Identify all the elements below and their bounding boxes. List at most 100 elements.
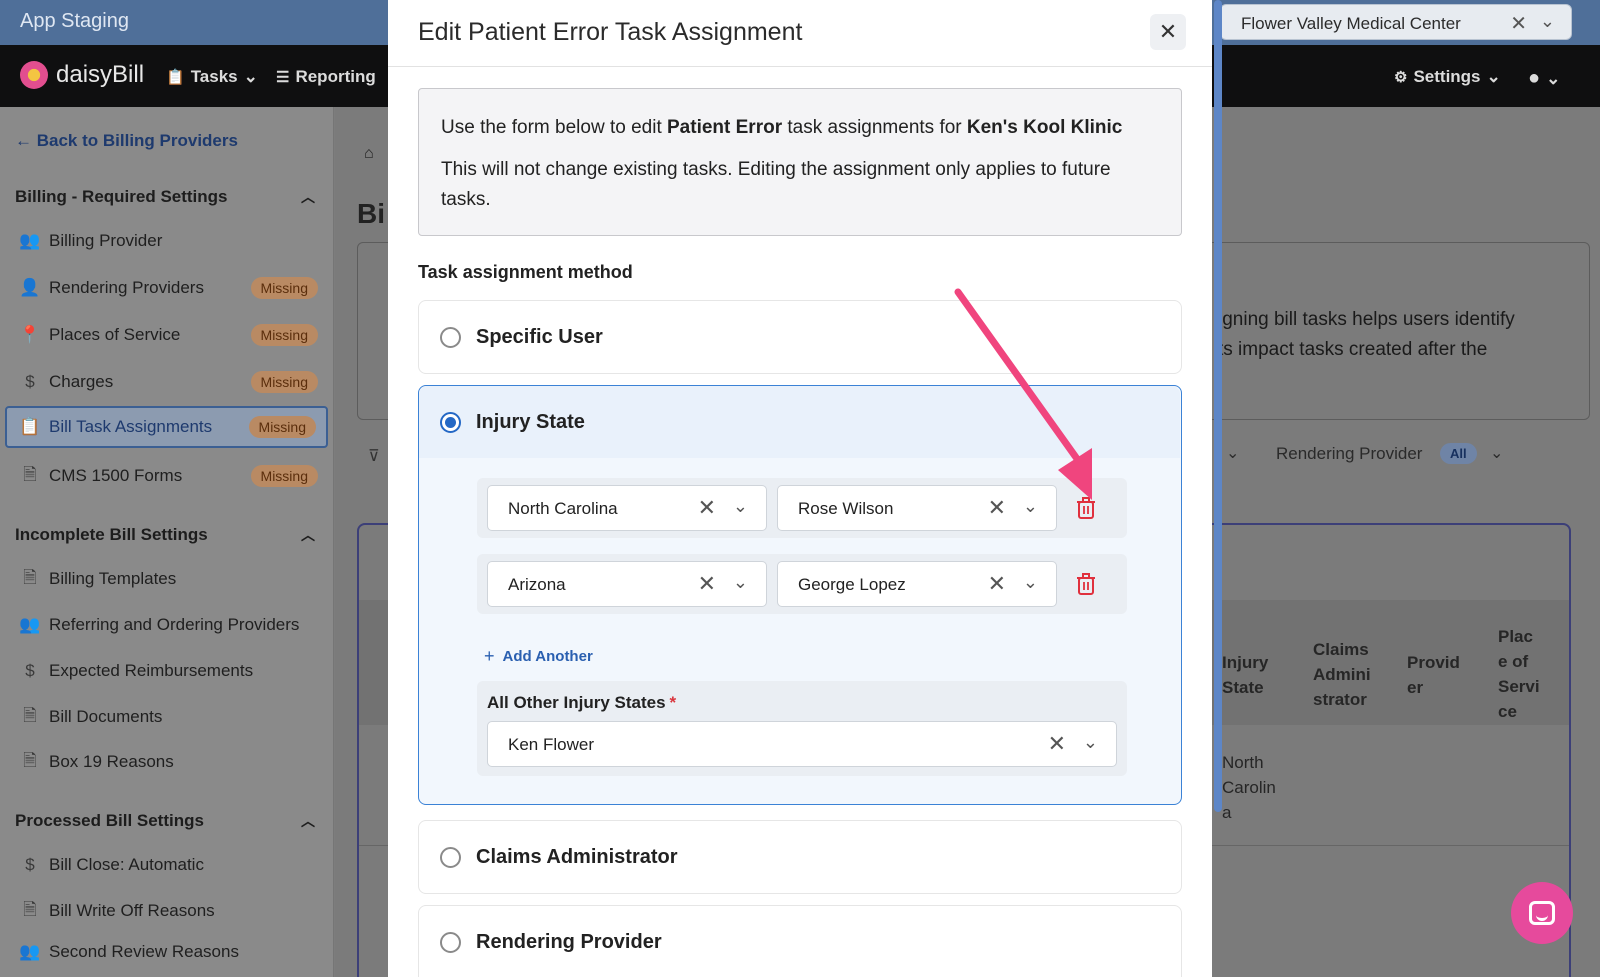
clipboard-icon: 📋: [166, 69, 185, 86]
column-header-place-of-service[interactable]: Plac e of Servi ce: [1498, 624, 1544, 724]
state-select[interactable]: North Carolina ✕ ⌄: [487, 485, 767, 531]
user-select[interactable]: George Lopez ✕ ⌄: [777, 561, 1057, 607]
clear-icon[interactable]: ✕: [1048, 731, 1066, 757]
chevron-down-icon[interactable]: ⌄: [1023, 572, 1038, 593]
chevron-down-icon[interactable]: ⌄: [1226, 443, 1239, 463]
add-another-button[interactable]: + Add Another: [484, 646, 593, 667]
notice-box: Use the form below to edit Patient Error…: [418, 88, 1182, 236]
sidebar-item-billing-provider[interactable]: 👥 Billing Provider: [15, 220, 328, 262]
option-injury-state[interactable]: Injury State North Carolina ✕ ⌄ Rose Wil…: [418, 385, 1182, 805]
option-injury-state-header[interactable]: Injury State: [419, 386, 1180, 458]
nav-settings-label: Settings: [1413, 67, 1481, 86]
clear-icon[interactable]: ✕: [988, 571, 1006, 597]
trash-icon[interactable]: [1072, 570, 1100, 598]
chevron-down-icon[interactable]: ⌄: [1490, 443, 1503, 463]
state-select-value: Arizona: [508, 575, 566, 594]
nav-settings[interactable]: ⚙ Settings ⌄: [1394, 67, 1501, 87]
radio-unselected[interactable]: [440, 932, 461, 953]
all-other-states-user-select[interactable]: Ken Flower ✕ ⌄: [487, 721, 1117, 767]
notice-line1: Use the form below to edit Patient Error…: [441, 113, 1159, 143]
sidebar-item-expected-reimbursements[interactable]: $ Expected Reimbursements: [15, 650, 328, 692]
notice-clinic-name: Ken's Kool Klinic: [966, 117, 1123, 138]
sidebar-item-rendering-providers[interactable]: 👤 Rendering Providers Missing: [15, 267, 328, 309]
user-select[interactable]: Rose Wilson ✕ ⌄: [777, 485, 1057, 531]
sidebar-item-charges[interactable]: $ Charges Missing: [15, 361, 328, 403]
chevron-up-icon: ︿: [301, 813, 315, 829]
option-claims-administrator[interactable]: Claims Administrator: [418, 820, 1182, 894]
clear-icon[interactable]: ✕: [698, 495, 716, 521]
column-header-claims-administrator[interactable]: Claims Admini strator: [1313, 637, 1375, 712]
option-label: Rendering Provider: [476, 931, 662, 953]
chevron-down-icon[interactable]: ⌄: [1540, 11, 1555, 32]
user-select-value: Rose Wilson: [798, 499, 894, 518]
chevron-down-icon[interactable]: ⌄: [1083, 732, 1098, 753]
chat-icon: [1529, 901, 1555, 925]
option-specific-user[interactable]: Specific User: [418, 300, 1182, 374]
facility-select[interactable]: Flower Valley Medical Center ✕ ⌄: [1220, 4, 1572, 40]
missing-badge: Missing: [250, 324, 318, 346]
missing-badge: Missing: [248, 416, 316, 438]
home-icon[interactable]: ⌂: [364, 145, 374, 163]
user-menu[interactable]: ● ⌄: [1528, 67, 1560, 90]
nav-tasks[interactable]: 📋 Tasks ⌄: [166, 67, 258, 87]
sidebar-item-label: Charges: [49, 372, 114, 391]
sidebar-item-label: Bill Documents: [49, 707, 163, 726]
staging-title: App Staging: [20, 10, 129, 32]
chevron-up-icon: ︿: [301, 189, 315, 205]
radio-selected[interactable]: [440, 412, 461, 433]
filter-rendering-provider-label[interactable]: Rendering Provider: [1276, 444, 1422, 464]
document-icon: 🗎: [23, 705, 37, 725]
plus-icon: +: [484, 646, 495, 666]
document-icon: 🗎: [23, 567, 37, 587]
column-header-injury-state[interactable]: Injury State: [1222, 650, 1282, 700]
map-pin-icon: 📍: [19, 325, 41, 344]
section-billing-required[interactable]: Billing - Required Settings ︿: [15, 187, 315, 207]
sidebar-item-box-19-reasons[interactable]: 🗎 Box 19 Reasons: [15, 741, 328, 783]
chevron-down-icon[interactable]: ⌄: [1023, 496, 1038, 517]
close-button[interactable]: ✕: [1150, 14, 1186, 50]
column-header-provider[interactable]: Provid er: [1407, 650, 1465, 700]
clear-icon[interactable]: ✕: [988, 495, 1006, 521]
option-label: Claims Administrator: [476, 846, 678, 868]
section-incomplete-bill[interactable]: Incomplete Bill Settings ︿: [15, 525, 315, 545]
sidebar-item-referring-ordering[interactable]: 👥 Referring and Ordering Providers: [15, 604, 328, 646]
logo-text: daisyBill: [56, 61, 145, 88]
sidebar-item-places-of-service[interactable]: 📍 Places of Service Missing: [15, 314, 328, 356]
sidebar-item-label: CMS 1500 Forms: [49, 466, 183, 485]
sidebar-item-billing-templates[interactable]: 🗎 Billing Templates: [15, 558, 328, 600]
chevron-down-icon[interactable]: ⌄: [733, 572, 748, 593]
back-to-billing-providers-link[interactable]: ← Back to Billing Providers: [15, 131, 238, 151]
chevron-down-icon: ⌄: [243, 67, 258, 86]
sidebar-item-second-review-reasons[interactable]: 👥 Second Review Reasons: [15, 935, 328, 969]
clear-icon[interactable]: ✕: [1510, 11, 1527, 36]
chat-support-button[interactable]: [1511, 882, 1573, 944]
filter-icon[interactable]: ⊽: [368, 446, 380, 466]
option-label: Specific User: [476, 326, 603, 348]
settings-sidebar: ← Back to Billing Providers Billing - Re…: [0, 107, 334, 977]
sidebar-item-bill-documents[interactable]: 🗎 Bill Documents: [15, 696, 328, 738]
radio-unselected[interactable]: [440, 847, 461, 868]
edit-task-assignment-modal: Edit Patient Error Task Assignment ✕ Use…: [388, 0, 1212, 977]
chevron-down-icon[interactable]: ⌄: [733, 496, 748, 517]
sidebar-item-bill-close-automatic[interactable]: $ Bill Close: Automatic: [15, 844, 328, 886]
trash-icon[interactable]: [1072, 494, 1100, 522]
sidebar-item-bill-task-assignments[interactable]: 📋 Bill Task Assignments Missing: [5, 406, 328, 448]
state-select[interactable]: Arizona ✕ ⌄: [487, 561, 767, 607]
option-rendering-provider[interactable]: Rendering Provider: [418, 905, 1182, 977]
document-icon: 🗎: [23, 899, 37, 919]
clear-icon[interactable]: ✕: [698, 571, 716, 597]
radio-unselected[interactable]: [440, 327, 461, 348]
modal-scrollbar[interactable]: [1214, 0, 1222, 812]
gear-icon: ⚙: [1394, 69, 1408, 86]
document-icon: 🗎: [23, 464, 37, 484]
sidebar-item-label: Second Review Reasons: [49, 942, 239, 961]
injury-state-rule-row: North Carolina ✕ ⌄ Rose Wilson ✕ ⌄: [477, 478, 1127, 538]
sidebar-item-bill-write-off-reasons[interactable]: 🗎 Bill Write Off Reasons: [15, 890, 328, 932]
nav-reporting[interactable]: ☰ Reporting: [276, 67, 376, 87]
sidebar-item-label: Rendering Providers: [49, 278, 204, 297]
section-processed-bill[interactable]: Processed Bill Settings ︿: [15, 811, 315, 831]
sidebar-item-cms-1500-forms[interactable]: 🗎 CMS 1500 Forms Missing: [15, 455, 328, 497]
chart-icon: ☰: [276, 69, 290, 86]
app-logo[interactable]: daisyBill: [20, 61, 144, 89]
sidebar-item-label: Places of Service: [49, 325, 181, 344]
